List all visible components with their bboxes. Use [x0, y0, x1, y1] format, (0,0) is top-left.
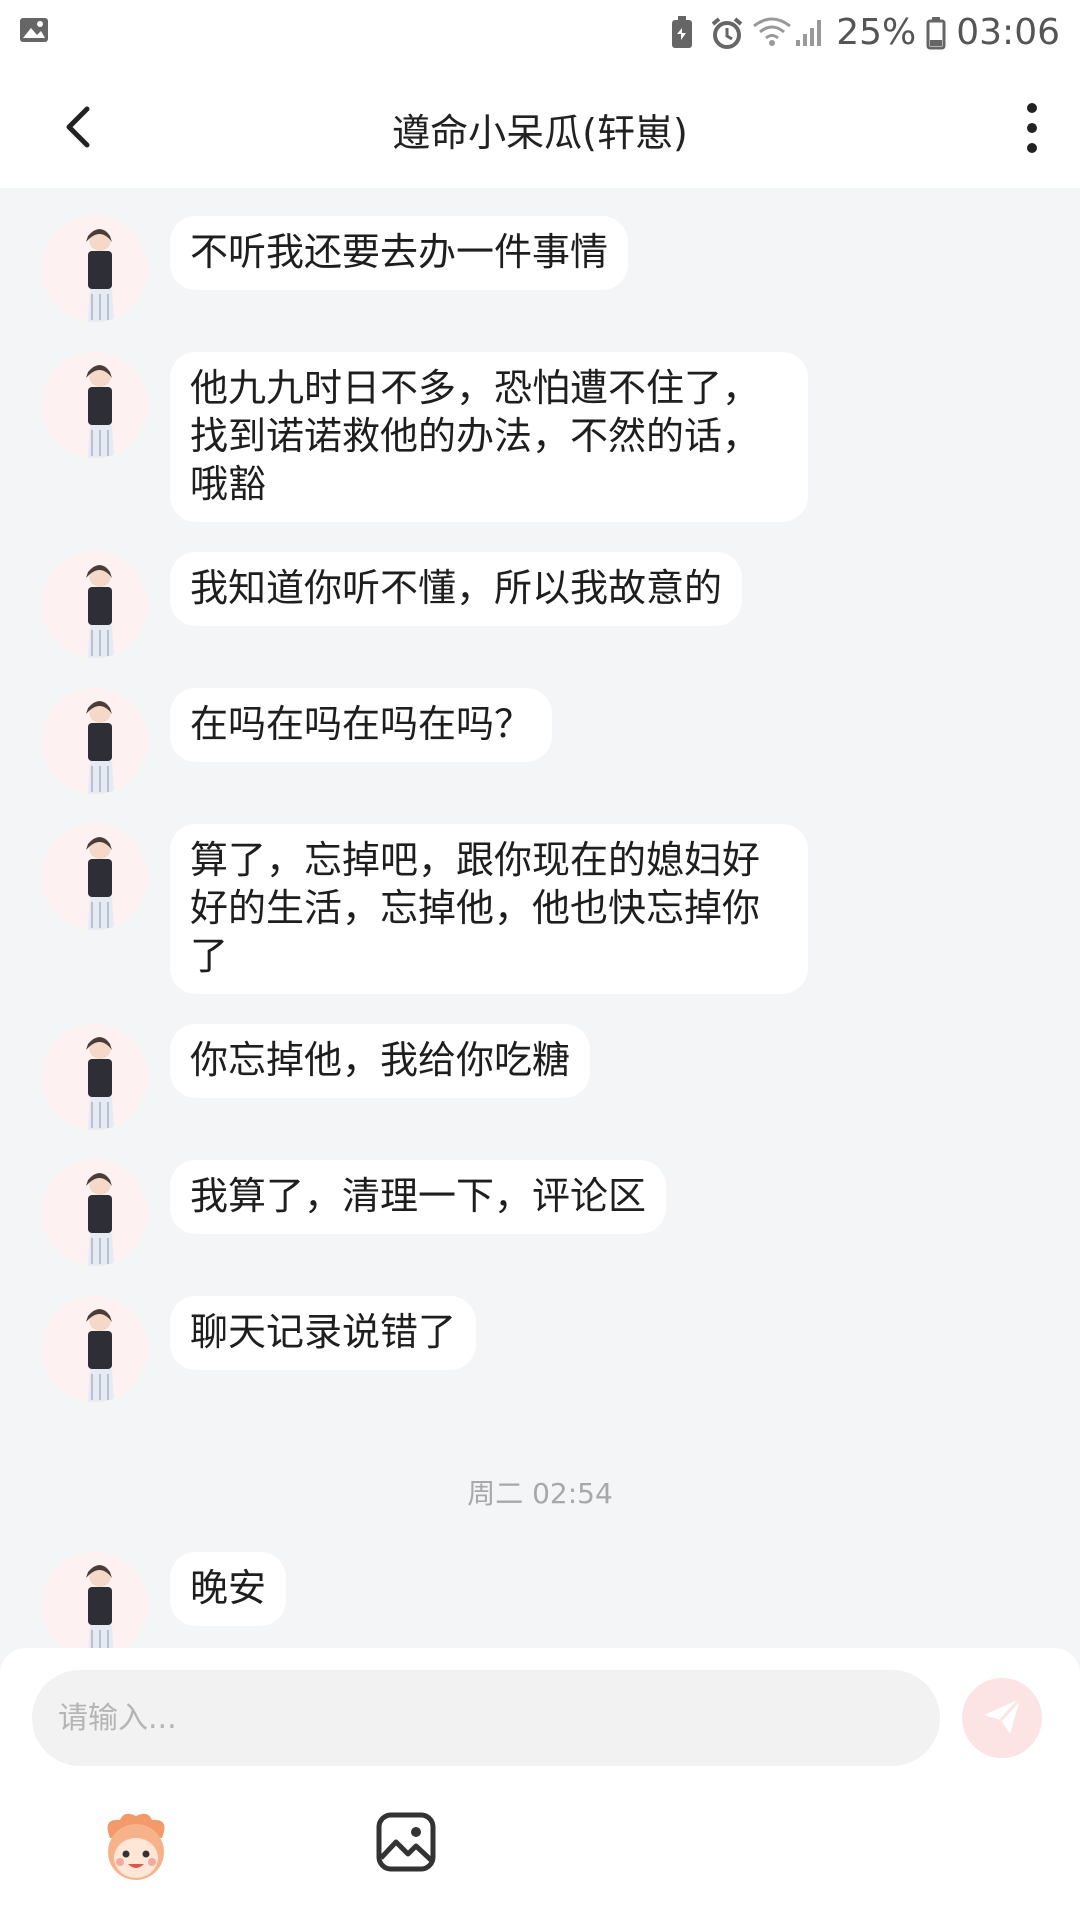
- avatar[interactable]: [42, 824, 148, 930]
- alarm-icon: [710, 16, 743, 49]
- clock-time: 03:06: [956, 11, 1060, 53]
- message-input[interactable]: [32, 1670, 940, 1766]
- message-bubble[interactable]: 在吗在吗在吗在吗？: [170, 688, 553, 762]
- message-bubble[interactable]: 他九九时日不多，恐怕遭不住了， 找到诺诺救他的办法，不然的话， 哦豁: [170, 352, 808, 522]
- image-picker-icon[interactable]: [374, 1810, 438, 1874]
- gallery-notification-icon: [18, 14, 50, 46]
- message-timestamp: 周二 02:54: [467, 1477, 613, 1510]
- more-options-icon[interactable]: [1020, 100, 1044, 156]
- avatar[interactable]: [42, 688, 148, 794]
- battery-icon: [926, 16, 946, 50]
- message-bubble[interactable]: 我算了，清理一下，评论区: [170, 1160, 667, 1234]
- message-bubble[interactable]: 晚安: [170, 1552, 287, 1626]
- avatar[interactable]: [42, 552, 148, 658]
- wifi-icon: [752, 16, 792, 48]
- message-bubble[interactable]: 我知道你听不懂，所以我故意的: [170, 552, 743, 626]
- message-bubble[interactable]: 算了，忘掉吧，跟你现在的媳妇好 好的生活，忘掉他，他也快忘掉你 了: [170, 824, 808, 994]
- chat-title: 遵命小呆瓜(轩崽): [392, 111, 688, 155]
- avatar[interactable]: [42, 352, 148, 458]
- send-button[interactable]: [962, 1678, 1042, 1758]
- message-bubble[interactable]: 不听我还要去办一件事情: [170, 216, 629, 290]
- battery-saver-icon: [668, 16, 700, 48]
- input-panel: [0, 1648, 1080, 1920]
- message-list[interactable]: 不听我还要去办一件事情 他九九时日不多，恐怕遭不住了， 找到诺诺救他的办法，不然…: [0, 188, 1080, 1648]
- battery-percentage: 25%: [836, 11, 917, 53]
- emoji-sticker-icon[interactable]: [96, 1808, 176, 1888]
- avatar[interactable]: [42, 1024, 148, 1130]
- send-icon: [980, 1694, 1024, 1742]
- avatar[interactable]: [42, 1552, 148, 1648]
- avatar[interactable]: [42, 1296, 148, 1402]
- message-bubble[interactable]: 你忘掉他，我给你吃糖: [170, 1024, 591, 1098]
- message-bubble[interactable]: 聊天记录说错了: [170, 1296, 477, 1370]
- chat-header: 遵命小呆瓜(轩崽): [0, 66, 1080, 188]
- signal-icon: [794, 16, 826, 48]
- status-bar: 25% 03:06: [0, 0, 1080, 66]
- avatar[interactable]: [42, 216, 148, 322]
- avatar[interactable]: [42, 1160, 148, 1266]
